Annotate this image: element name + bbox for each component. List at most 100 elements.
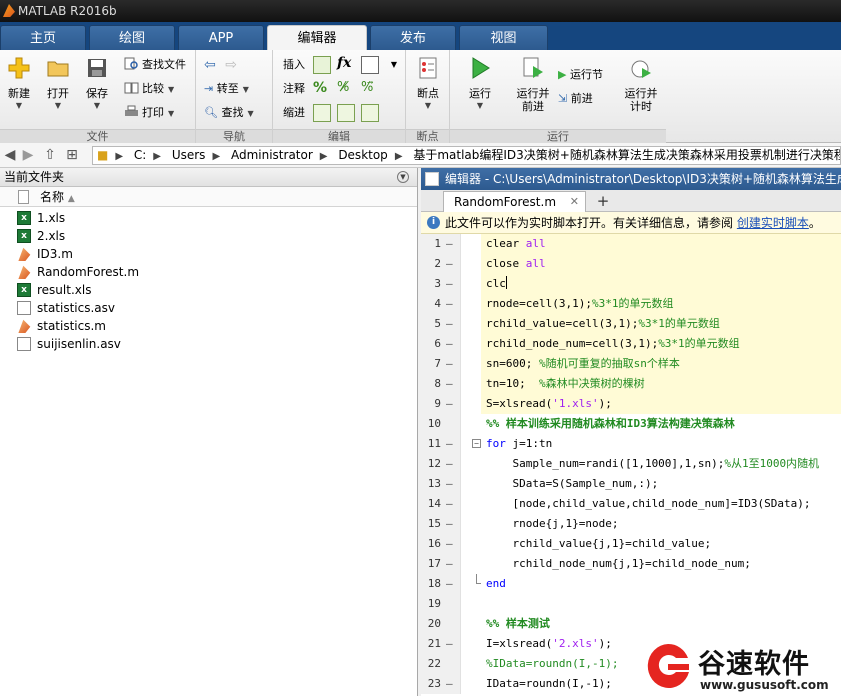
open-button[interactable]: 打开 ▼ (40, 56, 76, 111)
insert-button[interactable]: 插入 (283, 56, 305, 74)
tab-plots[interactable]: 绘图 (89, 25, 175, 50)
new-button[interactable]: 新建 ▼ (1, 56, 37, 111)
file-item[interactable]: suijisenlin.asv (0, 335, 417, 353)
code-line[interactable]: 13– SData=S(Sample_num,:); (421, 474, 841, 494)
file-item[interactable]: statistics.m (0, 317, 417, 335)
breakpoint-marker[interactable]: – (446, 554, 453, 574)
line-number[interactable]: 11 (421, 434, 441, 454)
file-item[interactable]: ID3.m (0, 245, 417, 263)
close-icon[interactable]: ✕ (570, 192, 579, 212)
line-number[interactable]: 6 (421, 334, 441, 354)
line-number[interactable]: 15 (421, 514, 441, 534)
new-tab-icon[interactable]: + (593, 191, 613, 212)
code-line[interactable]: 19 (421, 594, 841, 614)
create-live-script-link[interactable]: 创建实时脚本 (737, 216, 809, 230)
insert-function-icon[interactable] (361, 56, 379, 74)
tab-publish[interactable]: 发布 (370, 25, 456, 50)
line-number[interactable]: 23 (421, 674, 441, 694)
wrap-comment-icon[interactable]: %⃗ (361, 80, 379, 98)
line-number[interactable]: 18 (421, 574, 441, 594)
breakpoint-marker[interactable]: – (446, 434, 453, 454)
code-line[interactable]: 15– rnode{j,1}=node; (421, 514, 841, 534)
breakpoint-marker[interactable]: – (446, 514, 453, 534)
back-icon[interactable]: ◀ (2, 147, 18, 163)
code-line[interactable]: 5– rchild_value=cell(3,1);%3*1的单元数组 (421, 314, 841, 334)
line-number[interactable]: 22 (421, 654, 441, 674)
line-number[interactable]: 19 (421, 594, 441, 614)
breakpoint-marker[interactable]: – (446, 354, 453, 374)
code-area[interactable]: 1– clear all 2– close all 3– clc 4– rnode=cell(… (421, 234, 841, 694)
increase-indent-icon[interactable] (337, 104, 355, 122)
breakpoint-marker[interactable]: – (446, 254, 453, 274)
save-button[interactable]: 保存 ▼ (79, 56, 115, 111)
advance-button[interactable]: ⇲ 前进 (558, 90, 593, 108)
file-item[interactable]: RandomForest.m (0, 263, 417, 281)
breakpoint-marker[interactable]: – (446, 394, 453, 414)
insert-section-icon[interactable] (313, 56, 331, 74)
breakpoint-marker[interactable]: – (446, 314, 453, 334)
line-number[interactable]: 21 (421, 634, 441, 654)
line-number[interactable]: 14 (421, 494, 441, 514)
run-section-button[interactable]: ▶ 运行节 (558, 66, 603, 84)
indent-button[interactable]: 缩进 (283, 104, 305, 122)
line-number[interactable]: 8 (421, 374, 441, 394)
code-line[interactable]: 14– [node,child_value,child_node_num]=ID… (421, 494, 841, 514)
up-folder-icon[interactable]: ⇧ (42, 147, 58, 163)
tab-apps[interactable]: APP (178, 25, 264, 50)
run-and-advance-button[interactable]: 运行并 前进 (512, 56, 554, 113)
insert-dropdown-icon[interactable]: ▼ (385, 56, 403, 74)
file-item[interactable]: x 2.xls (0, 227, 417, 245)
line-number[interactable]: 5 (421, 314, 441, 334)
file-item[interactable]: x 1.xls (0, 209, 417, 227)
breakpoint-marker[interactable]: – (446, 474, 453, 494)
line-number[interactable]: 13 (421, 474, 441, 494)
decrease-indent-icon[interactable] (361, 104, 379, 122)
code-line[interactable]: 18– end (421, 574, 841, 594)
nav-back-forward[interactable]: ⇦ ⇨ (204, 56, 237, 74)
code-line[interactable]: 3– clc (421, 274, 841, 294)
breakpoint-marker[interactable]: – (446, 634, 453, 654)
code-line[interactable]: 4– rnode=cell(3,1);%3*1的单元数组 (421, 294, 841, 314)
code-line[interactable]: 20 %% 样本测试 (421, 614, 841, 634)
print-button[interactable]: 打印 ▼ (124, 104, 174, 122)
line-number[interactable]: 10 (421, 414, 441, 434)
code-line[interactable]: 8– tn=10; %森林中决策树的棵树 (421, 374, 841, 394)
code-line[interactable]: 9– S=xlsread('1.xls'); (421, 394, 841, 414)
panel-menu-icon[interactable]: ▼ (397, 171, 409, 183)
fx-icon[interactable]: fx (337, 55, 355, 73)
code-line[interactable]: 12– Sample_num=randi([1,1000],1,sn);%从1至… (421, 454, 841, 474)
line-number[interactable]: 20 (421, 614, 441, 634)
browse-folder-icon[interactable]: ⊞ (64, 147, 80, 163)
breadcrumb-item[interactable]: 基于matlab编程ID3决策树+随机森林算法生成决策森林采用投票机制进行决策程… (409, 147, 840, 164)
code-line[interactable]: 6– rchild_node_num=cell(3,1);%3*1的单元数组 (421, 334, 841, 354)
breakpoints-button[interactable]: 断点 ▼ (410, 56, 446, 111)
line-number[interactable]: 1 (421, 234, 441, 254)
uncomment-icon[interactable]: %̸ (337, 80, 355, 98)
file-item[interactable]: x result.xls (0, 281, 417, 299)
breakpoint-marker[interactable]: – (446, 534, 453, 554)
breakpoint-marker[interactable]: – (446, 374, 453, 394)
line-number[interactable]: 12 (421, 454, 441, 474)
breakpoint-marker[interactable]: – (446, 574, 453, 594)
line-number[interactable]: 2 (421, 254, 441, 274)
forward-icon[interactable]: ▶ (20, 147, 36, 163)
code-line[interactable]: 10 %% 样本训练采用随机森林和ID3算法构建决策森林 (421, 414, 841, 434)
run-and-time-button[interactable]: 运行并 计时 (620, 56, 662, 113)
line-number[interactable]: 4 (421, 294, 441, 314)
comment-button[interactable]: 注释 (283, 80, 305, 98)
file-item[interactable]: statistics.asv (0, 299, 417, 317)
breakpoint-marker[interactable]: – (446, 294, 453, 314)
code-line[interactable]: 2– close all (421, 254, 841, 274)
find-files-button[interactable]: 查找文件 (124, 56, 186, 74)
code-line[interactable]: 17– rchild_node_num{j,1}=child_node_num; (421, 554, 841, 574)
find-button[interactable]: 🔍︎ 查找 ▼ (204, 104, 254, 122)
comment-percent-icon[interactable]: % (313, 80, 331, 98)
breakpoint-marker[interactable]: – (446, 234, 453, 254)
breadcrumb-item[interactable]: Administrator (227, 147, 317, 164)
editor-tab-randomforest[interactable]: RandomForest.m ✕ (443, 191, 586, 212)
goto-button[interactable]: ⇥ 转至 ▼ (204, 80, 249, 98)
code-line[interactable]: 11– − for j=1:tn (421, 434, 841, 454)
breadcrumb-item[interactable]: C: (130, 147, 150, 164)
code-line[interactable]: 7– sn=600; %随机可重复的抽取sn个样本 (421, 354, 841, 374)
breakpoint-marker[interactable]: – (446, 334, 453, 354)
